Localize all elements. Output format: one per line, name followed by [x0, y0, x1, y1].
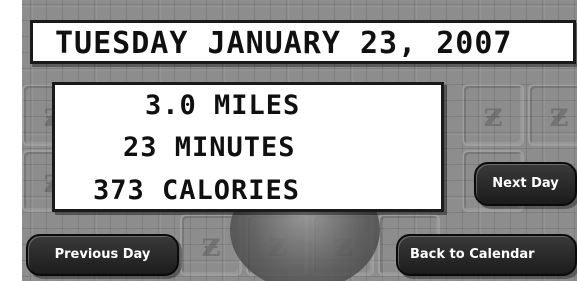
previous-day-label: Previous Day — [54, 247, 151, 262]
calories-stat: 373 CALORIES — [93, 175, 301, 206]
logo-tile-icon: ƶ — [462, 84, 524, 146]
previous-day-button[interactable]: Previous Day — [26, 234, 179, 276]
back-to-calendar-label: Back to Calendar — [410, 247, 535, 262]
miles-stat: 3.0 MILES — [145, 90, 301, 121]
next-day-button[interactable]: Next Day — [474, 162, 577, 206]
app-screen: ƶ ƶ ƶ ƶ ƶ ƶ ƶ ƶ ƶ TUESDAY JANUARY 23, 20… — [0, 0, 577, 281]
date-title: TUESDAY JANUARY 23, 2007 — [55, 26, 513, 61]
next-day-label: Next Day — [492, 176, 559, 191]
back-to-calendar-button[interactable]: Back to Calendar — [396, 234, 577, 276]
date-banner: TUESDAY JANUARY 23, 2007 — [30, 20, 576, 64]
minutes-stat: 23 MINUTES — [123, 132, 296, 163]
workout-stats-panel: 3.0 MILES 23 MINUTES 373 CALORIES — [52, 82, 444, 212]
logo-tile-icon: ƶ — [528, 84, 577, 146]
